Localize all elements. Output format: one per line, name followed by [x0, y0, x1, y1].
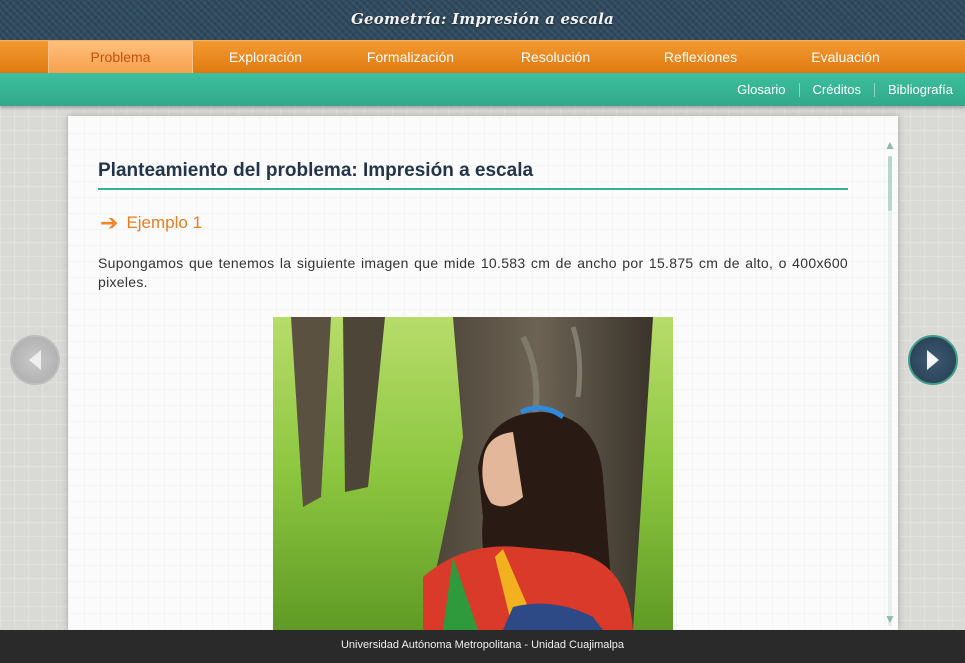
tab-resolucion[interactable]: Resolución — [483, 41, 628, 73]
example-label: Ejemplo 1 — [126, 213, 203, 232]
tab-reflexiones[interactable]: Reflexiones — [628, 41, 773, 73]
creditos-link[interactable]: Créditos — [813, 82, 861, 97]
page-heading: Planteamiento del problema: Impresión a … — [98, 160, 848, 190]
arrow-up-icon[interactable]: ▲ — [884, 138, 896, 152]
next-page-button[interactable] — [908, 335, 958, 385]
body-paragraph: Supongamos que tenemos la siguiente imag… — [98, 255, 848, 290]
bibliografia-link[interactable]: Bibliografía — [888, 82, 953, 97]
arrow-right-icon: ➔ — [100, 210, 119, 235]
example-row: ➔ Ejemplo 1 — [100, 212, 202, 234]
sub-nav-divider — [798, 82, 800, 97]
tab-exploracion[interactable]: Exploración — [193, 41, 338, 73]
footer-text: Universidad Autónoma Metropolitana - Uni… — [340, 639, 625, 651]
arrow-down-icon[interactable]: ▼ — [884, 612, 896, 626]
scrollbar-thumb[interactable] — [888, 156, 892, 211]
scrollbar-track[interactable] — [888, 156, 892, 626]
sub-nav-divider — [873, 82, 875, 97]
tab-problema[interactable]: Problema — [48, 41, 193, 73]
glosario-link[interactable]: Glosario — [737, 82, 785, 97]
footer: Universidad Autónoma Metropolitana - Uni… — [0, 630, 965, 663]
tab-formalizacion[interactable]: Formalización — [338, 41, 483, 73]
photo-illustration — [273, 317, 673, 630]
example-photo — [273, 317, 673, 630]
chevron-left-icon — [29, 350, 41, 370]
content-card: Planteamiento del problema: Impresión a … — [68, 116, 898, 630]
top-header: Geometría: Impresión a escala — [0, 0, 965, 40]
tab-evaluacion[interactable]: Evaluación — [773, 41, 918, 73]
previous-page-button[interactable] — [10, 335, 60, 385]
app-title: Geometría: Impresión a escala — [351, 10, 614, 28]
chevron-right-icon — [927, 350, 939, 370]
sub-nav: Glosario Créditos Bibliografía — [0, 73, 965, 106]
main-nav: Problema Exploración Formalización Resol… — [0, 40, 965, 73]
